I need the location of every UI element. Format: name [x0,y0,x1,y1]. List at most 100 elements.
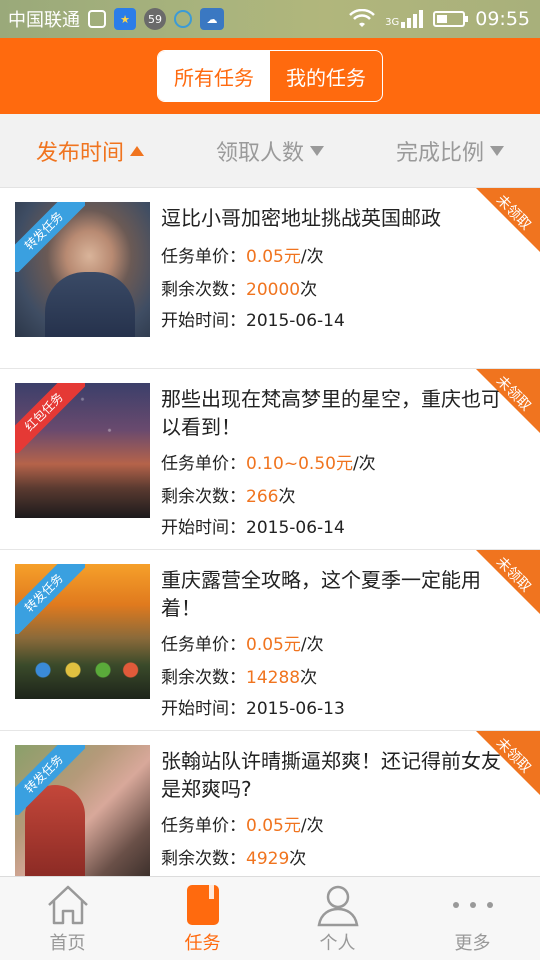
task-price-row: 任务单价：0.05元/次 [161,811,324,836]
tab-home[interactable]: 首页 [0,877,135,960]
task-list: 转发任务 逗比小哥加密地址挑战英国邮政 任务单价：0.05元/次 剩余次数：20… [0,188,540,876]
start-label: 开始时间： [161,311,246,331]
clock: 09:55 [475,8,530,30]
tab-my-tasks[interactable]: 我的任务 [270,51,382,101]
task-title: 张翰站队许晴撕逼郑爽！还记得前女友是郑爽吗? [161,749,501,801]
sort-desc-icon [490,145,504,156]
start-label: 开始时间： [161,518,246,538]
task-remaining-row: 剩余次数：4929次 [161,844,306,869]
badge-number: 59 [148,12,162,26]
task-remaining-row: 剩余次数：14288次 [161,663,317,688]
sort-by-publish-time[interactable]: 发布时间 [36,135,144,167]
status-corner-badge: 未领取 [476,188,540,252]
qq-icon [174,10,192,28]
price-label: 任务单价： [161,816,246,836]
task-icon [186,884,219,925]
per-time-unit: /次 [352,454,376,474]
remaining-label: 剩余次数： [161,849,246,869]
per-time-unit: /次 [300,247,324,267]
start-date: 2015-06-14 [246,311,345,331]
tab-label: 任务 [184,932,221,954]
task-start-row: 开始时间：2015-06-14 [161,306,345,331]
remaining-value: 4929 [246,849,290,869]
task-start-row: 开始时间：2015-06-14 [161,513,345,538]
price-value: 0.10~0.50元 [246,454,353,474]
sort-desc-icon [310,145,324,156]
times-unit: 次 [278,487,296,507]
task-start-row: 开始时间：2015-06-13 [161,694,345,719]
task-title: 逗比小哥加密地址挑战英国邮政 [161,206,441,230]
sort-label: 领取人数 [215,140,304,166]
per-time-unit: /次 [300,635,324,655]
sort-bar: 发布时间 领取人数 完成比例 [0,114,540,188]
bottom-tab-bar: 首页 任务 个人 更多 [0,876,540,960]
per-time-unit: /次 [300,816,324,836]
home-icon [47,885,88,924]
image-icon [88,10,106,28]
badge-59-icon: 59 [144,8,166,30]
price-label: 任务单价： [161,247,246,267]
task-thumbnail: 转发任务 [15,745,150,876]
task-title: 重庆露营全攻略，这个夏季一定能用着！ [161,568,481,620]
person-icon [317,885,358,926]
task-item[interactable]: 转发任务 重庆露营全攻略，这个夏季一定能用着！ 任务单价：0.05元/次 剩余次… [0,550,540,731]
price-value: 0.05元 [246,816,301,836]
sort-label: 发布时间 [35,140,124,166]
start-date: 2015-06-13 [246,699,345,719]
tab-all-tasks[interactable]: 所有任务 [158,51,270,101]
times-unit: 次 [300,280,318,300]
task-type-badge: 转发任务 [15,745,85,815]
battery-icon [433,11,469,27]
tab-tasks[interactable]: 任务 [135,877,270,960]
task-thumbnail: 转发任务 [15,202,150,337]
carrier-label: 中国联通 [8,10,80,31]
times-unit: 次 [289,849,307,869]
task-segment-control: 所有任务 我的任务 [157,50,383,102]
tab-label: 首页 [49,932,86,954]
times-unit: 次 [300,668,318,688]
status-bar: 中国联通 ★ 59 ☁ 3G 09:55 [0,0,540,38]
status-corner-badge: 未领取 [476,550,540,614]
price-value: 0.05元 [246,247,301,267]
tab-label: 更多 [454,932,491,954]
status-corner-badge: 未领取 [476,731,540,795]
task-item[interactable]: 转发任务 逗比小哥加密地址挑战英国邮政 任务单价：0.05元/次 剩余次数：20… [0,188,540,369]
wifi-icon [349,9,375,27]
signal-icon: 3G [385,10,424,28]
header-bar: 所有任务 我的任务 [0,38,540,114]
tab-profile[interactable]: 个人 [270,877,405,960]
remaining-value: 20000 [246,280,301,300]
cloud-app-icon: ☁ [200,8,224,30]
star-app-icon: ★ [114,8,136,30]
network-type: 3G [385,17,400,28]
task-remaining-row: 剩余次数：20000次 [161,275,317,300]
status-corner-badge: 未领取 [476,369,540,433]
sort-by-claim-count[interactable]: 领取人数 [216,135,324,167]
start-label: 开始时间： [161,699,246,719]
more-icon [452,901,493,908]
task-price-row: 任务单价：0.05元/次 [161,242,324,267]
remaining-label: 剩余次数： [161,668,246,688]
tab-label: 个人 [319,932,356,954]
remaining-value: 266 [246,487,279,507]
sort-asc-icon [130,145,144,156]
task-thumbnail: 转发任务 [15,564,150,699]
task-item[interactable]: 转发任务 张翰站队许晴撕逼郑爽！还记得前女友是郑爽吗? 任务单价：0.05元/次… [0,731,540,876]
task-title: 那些出现在梵高梦里的星空，重庆也可以看到！ [161,387,501,439]
task-item[interactable]: 红包任务 那些出现在梵高梦里的星空，重庆也可以看到！ 任务单价：0.10~0.5… [0,369,540,550]
task-price-row: 任务单价：0.05元/次 [161,630,324,655]
sort-by-completion-ratio[interactable]: 完成比例 [396,135,504,167]
start-date: 2015-06-14 [246,518,345,538]
remaining-label: 剩余次数： [161,487,246,507]
remaining-value: 14288 [246,668,301,688]
task-type-badge: 红包任务 [15,383,85,453]
price-label: 任务单价： [161,454,246,474]
price-value: 0.05元 [246,635,301,655]
task-thumbnail: 红包任务 [15,383,150,518]
tab-more[interactable]: 更多 [405,877,540,960]
task-price-row: 任务单价：0.10~0.50元/次 [161,449,376,474]
task-remaining-row: 剩余次数：266次 [161,482,295,507]
remaining-label: 剩余次数： [161,280,246,300]
task-type-badge: 转发任务 [15,202,85,272]
price-label: 任务单价： [161,635,246,655]
